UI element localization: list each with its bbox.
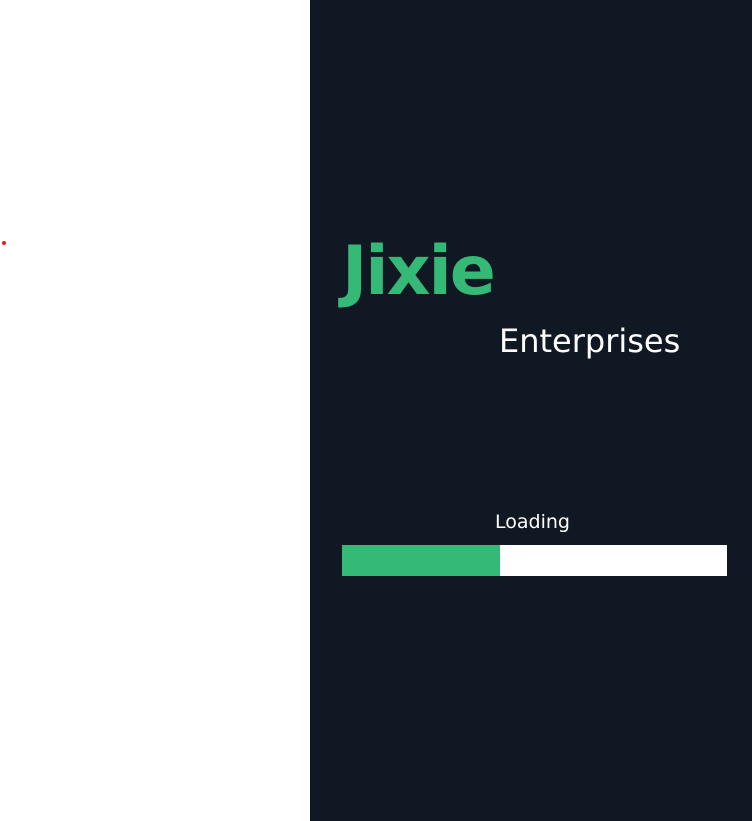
brand-subtitle: Enterprises <box>499 322 681 360</box>
blank-pane <box>0 0 310 821</box>
loading-progress-fill <box>342 545 500 576</box>
splash-screen: Jixie Enterprises Loading <box>310 0 752 821</box>
loading-progress-bar <box>342 545 727 576</box>
red-dot-marker <box>2 241 6 245</box>
brand-name: Jixie <box>342 232 496 311</box>
loading-label: Loading <box>495 511 570 533</box>
page: Jixie Enterprises Loading <box>0 0 752 821</box>
